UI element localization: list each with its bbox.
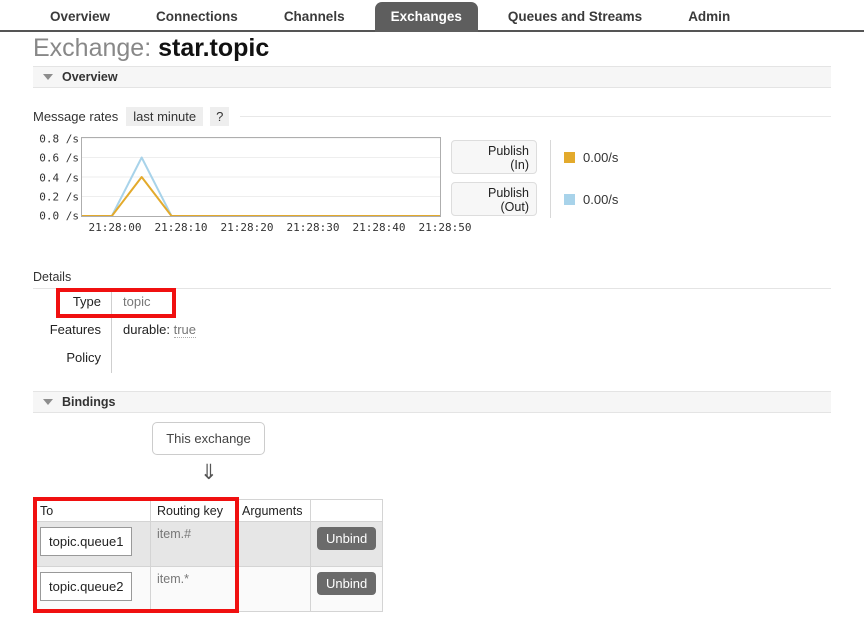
publish-out-label-line2: (Out) [500,200,529,214]
publish-in-label-line2: (In) [510,158,529,172]
details-row-features: Features durable: true [33,317,197,345]
nav-tab-list: Overview Connections Channels Exchanges … [34,0,760,32]
binding-routing-key-cell: item.* [150,566,236,612]
legend-row-publish-out: 0.00/s [564,182,618,216]
binding-arguments-cell [235,566,311,612]
queue-link[interactable]: topic.queue2 [40,572,133,601]
tab-queues-and-streams[interactable]: Queues and Streams [492,2,658,32]
publish-out-button[interactable]: Publish (Out) [451,182,537,216]
details-key-type: Type [72,294,101,309]
tab-overview[interactable]: Overview [34,2,126,32]
details-key-features: Features [49,322,101,337]
section-header-overview-label: Overview [62,70,118,84]
down-arrow-icon: ⇓ [200,461,218,484]
chart-plot-area [81,137,441,217]
legend-values: 0.00/s 0.00/s [564,140,618,224]
this-exchange-button[interactable]: This exchange [152,422,265,455]
x-tick-label: 21:28:00 [88,221,142,234]
tab-channels[interactable]: Channels [268,2,361,32]
rate-period-selector[interactable]: last minute [126,106,204,126]
legend-divider [550,140,551,218]
binding-action-cell: Unbind [309,521,384,567]
binding-routing-key-cell: item.# [150,521,236,567]
chart-x-axis: 21:28:00 21:28:10 21:28:20 21:28:30 21:2… [81,221,481,237]
message-rates-divider [240,116,831,117]
feature-value-durable: true [173,322,197,338]
page-title-exchange-name: star.topic [158,34,270,62]
unbind-button[interactable]: Unbind [317,527,377,550]
y-tick-label: 0.2 /s [39,190,79,204]
chevron-down-icon [43,399,53,405]
unbind-button[interactable]: Unbind [317,572,377,595]
bindings-table-head: To Routing key Arguments [33,499,384,522]
main-navigation-bar: Overview Connections Channels Exchanges … [0,0,864,32]
column-header-to[interactable]: To [33,499,151,522]
tab-admin[interactable]: Admin [672,2,746,32]
publish-out-label-line1: Publish [488,186,529,200]
details-row-type: Type topic [33,289,196,317]
chevron-down-icon [43,74,53,80]
page-title-prefix: Exchange: [33,34,152,62]
y-tick-label: 0.4 /s [39,171,79,185]
details-table: Type topic Features durable: true Policy [33,289,197,373]
message-rates-controls: Message rates last minute ? [33,106,230,126]
chart-legend: Publish (In) Publish (Out) 0.00/s 0.00/s [451,140,618,224]
column-header-routing-key[interactable]: Routing key [150,499,236,522]
binding-to-cell: topic.queue2 [33,566,151,612]
legend-row-publish-in: 0.00/s [564,140,618,174]
rabbitmq-management-page: Overview Connections Channels Exchanges … [0,0,864,620]
legend-swatch-publish-in [564,151,575,163]
column-header-arguments[interactable]: Arguments [235,499,311,522]
bindings-table: To Routing key Arguments topic.queue1 it… [33,499,384,612]
tab-connections[interactable]: Connections [140,2,254,32]
message-rates-label: Message rates [33,108,119,124]
details-value-type: topic [123,294,151,309]
binding-action-cell: Unbind [309,566,384,612]
publish-in-label-line1: Publish [488,144,529,158]
x-tick-label: 21:28:10 [154,221,208,234]
details-row-policy: Policy [33,345,196,373]
binding-arguments-cell [235,521,311,567]
table-row: topic.queue2 item.* Unbind [33,566,384,612]
bindings-table-body: topic.queue1 item.# Unbind topic.queue2 … [33,521,384,612]
queue-link[interactable]: topic.queue1 [40,527,133,556]
section-header-bindings-label: Bindings [62,395,116,409]
column-header-actions [309,499,384,522]
details-label: Details [33,270,72,284]
section-header-bindings[interactable]: Bindings [33,391,831,413]
bindings-header-row: To Routing key Arguments [33,499,384,522]
y-tick-label: 0.8 /s [39,132,79,146]
binding-to-cell: topic.queue1 [33,521,151,567]
help-icon[interactable]: ? [210,106,230,126]
y-tick-label: 0.6 /s [39,151,79,165]
publish-buttons: Publish (In) Publish (Out) [451,140,537,224]
section-header-overview[interactable]: Overview [33,66,831,88]
y-tick-label: 0.0 /s [39,209,79,223]
table-row: topic.queue1 item.# Unbind [33,521,384,567]
tab-exchanges[interactable]: Exchanges [374,2,478,32]
chart-svg [82,138,440,216]
legend-value-publish-out: 0.00/s [583,191,619,207]
feature-name-durable: durable: [123,322,170,337]
x-tick-label: 21:28:30 [286,221,340,234]
x-tick-label: 21:28:40 [352,221,406,234]
details-value-features: durable: true [112,317,197,338]
details-value-policy [112,345,123,350]
details-key-policy: Policy [66,350,101,365]
publish-in-button[interactable]: Publish (In) [451,140,537,174]
page-title: Exchange: star.topic [33,34,269,63]
legend-swatch-publish-out [564,193,575,205]
x-tick-label: 21:28:20 [220,221,274,234]
legend-value-publish-in: 0.00/s [583,149,619,165]
